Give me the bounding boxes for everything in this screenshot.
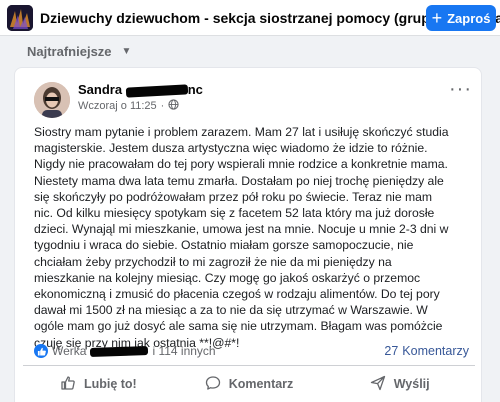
- post-line: ogóle mam go już dosyć ale sama się nie …: [34, 319, 443, 334]
- comments-word: Komentarzy: [402, 344, 469, 358]
- post-line: chciałam żeby przychodził to mi zagroził…: [34, 254, 392, 269]
- post-line: dzieci. Wynająl mi mieszkanie, umowa jes…: [34, 222, 449, 237]
- avatar[interactable]: [34, 82, 70, 118]
- comment-bubble-icon: [205, 375, 221, 394]
- more-options-icon[interactable]: ···: [449, 78, 472, 101]
- plus-icon: +: [431, 8, 443, 28]
- reactions-first-name: Werka: [52, 344, 87, 358]
- post-card: Sandra nc Wczoraj o 11:25 · ··· Siostry …: [14, 67, 482, 402]
- post-line: Niestety mama dwa lata temu zmarła. Dost…: [34, 173, 444, 188]
- divider: [23, 365, 475, 366]
- send-button-label: Wyślij: [393, 377, 430, 391]
- sort-label: Najtrafniejsze: [27, 44, 112, 59]
- comment-button-label: Komentarz: [228, 377, 294, 391]
- post-line: magisterskie. Jestem dusza artystyczna w…: [34, 141, 428, 156]
- group-header: Dziewuchy dziewuchom - sekcja siostrzane…: [0, 0, 500, 36]
- comment-button[interactable]: Komentarz: [174, 369, 325, 399]
- comments-count[interactable]: 27 Komentarzy: [384, 344, 469, 358]
- caret-down-icon: ▼: [121, 46, 132, 57]
- redaction-bar: [125, 83, 188, 98]
- post-line: Siostry mam pytanie i problem zarazem. M…: [34, 125, 449, 139]
- post-body: Siostry mam pytanie i problem zarazem. M…: [34, 124, 474, 351]
- like-button-label: Lubię to!: [83, 377, 137, 391]
- post-line: się skończyły po podróżowałam przez pół …: [34, 189, 433, 204]
- like-button[interactable]: Lubię to!: [23, 369, 174, 399]
- post-line: Nigdy nie pracowałam do tej pory wspiera…: [34, 157, 448, 172]
- invite-button[interactable]: + Zaproś: [426, 5, 496, 31]
- send-button[interactable]: Wyślij: [324, 369, 475, 399]
- author-first-name: Sandra: [78, 82, 123, 97]
- post-timestamp[interactable]: Wczoraj o 11:25: [78, 100, 157, 112]
- post-line: nic. Od kilku miesięcy spotykam się z fa…: [34, 206, 435, 221]
- comments-number: 27: [384, 344, 399, 358]
- send-icon: [370, 375, 386, 394]
- group-cover-thumbnail[interactable]: [7, 5, 33, 31]
- reactions-others: i 114 innych: [152, 344, 216, 358]
- thumbs-up-icon: [60, 375, 76, 394]
- invite-button-label: Zaproś: [447, 10, 491, 26]
- reactions-summary[interactable]: Werka i 114 innych: [34, 344, 216, 358]
- author-name-tail: nc: [187, 82, 203, 97]
- like-reaction-icon: [34, 344, 48, 358]
- redaction-bar: [90, 345, 149, 357]
- sort-dropdown[interactable]: Najtrafniejsze ▼: [27, 44, 131, 59]
- post-author[interactable]: Sandra nc: [78, 82, 203, 98]
- post-actions: Lubię to! Komentarz Wyślij: [23, 369, 475, 399]
- post-line: tygodniu i wraca do siebie. Ostatnio mia…: [34, 238, 414, 253]
- post-line: mieszkanie na kolejny miesiąc. Czy mogę …: [34, 270, 421, 285]
- globe-icon: [168, 99, 179, 113]
- post-meta: Wczoraj o 11:25 ·: [78, 99, 179, 113]
- post-line: dawał mi 1500 zł na miesiąc a za to nie …: [34, 303, 428, 318]
- post-line: ekonomiczną i zmusić do płacenia czegoś …: [34, 287, 440, 302]
